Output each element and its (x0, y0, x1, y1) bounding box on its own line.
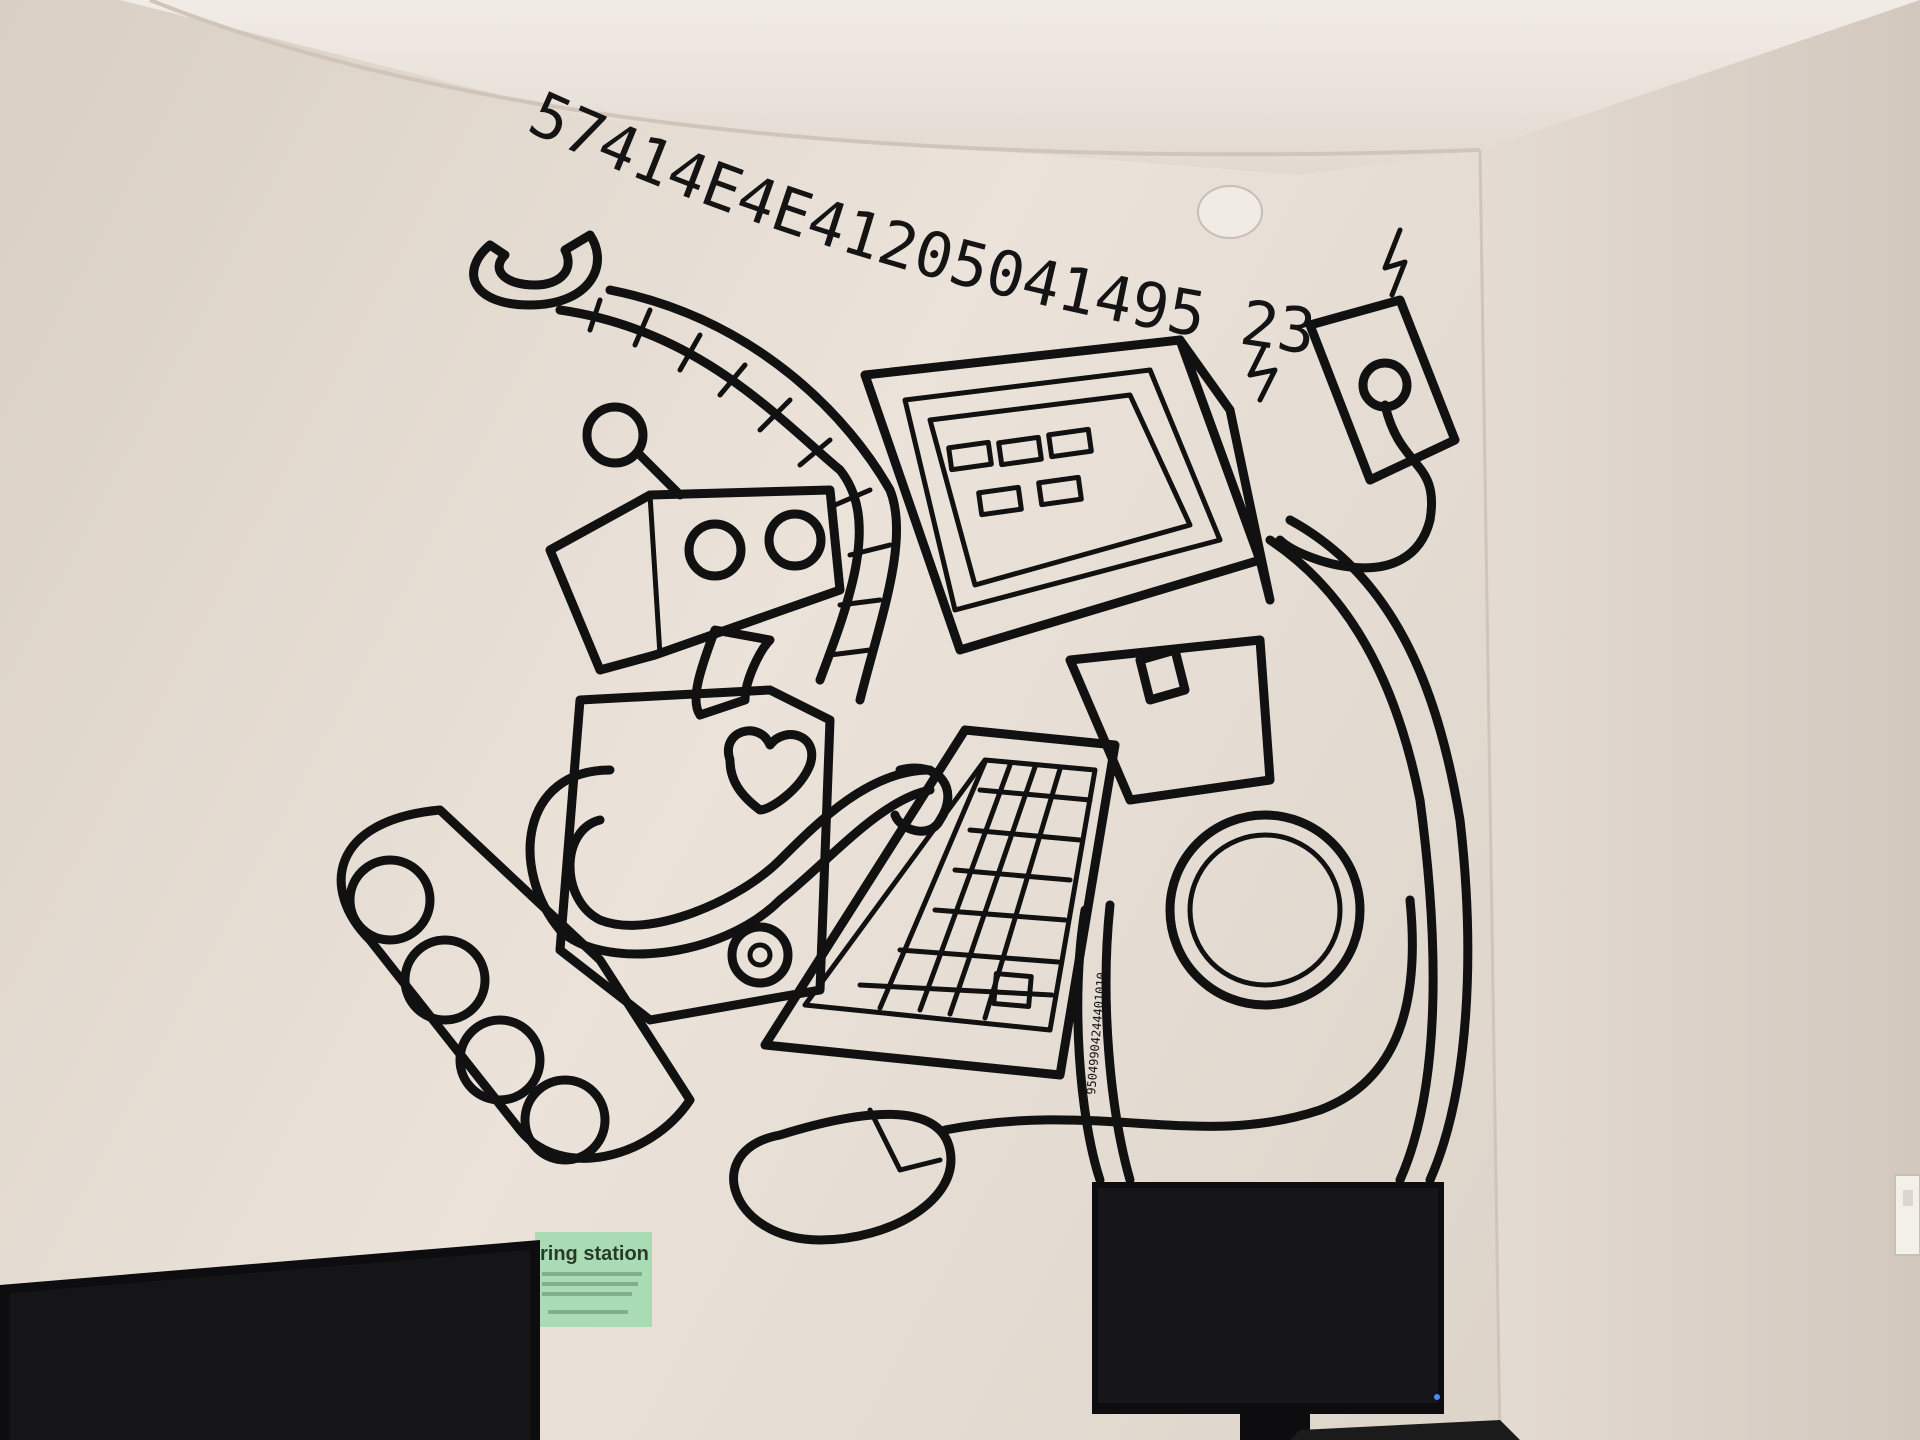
light-switch (1894, 1174, 1920, 1256)
side-wall (1480, 0, 1920, 1440)
power-led (1434, 1394, 1440, 1400)
wall-sign-title: ring station (540, 1243, 649, 1265)
wall-sign: ring station (535, 1232, 652, 1327)
wall-mural-scene: 57414E4E41205041495 23F (0, 0, 1920, 1440)
ceiling-sensor (1197, 185, 1263, 239)
light-switch-toggle (1903, 1190, 1913, 1206)
